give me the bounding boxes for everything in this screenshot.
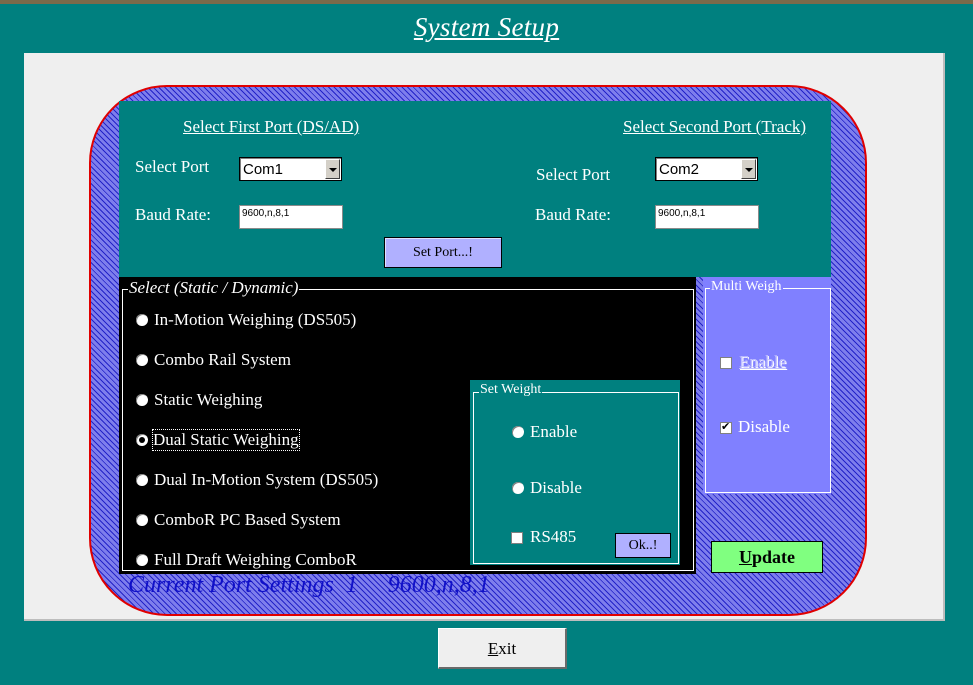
current-port-settings: Current Port Settings 1 9600,n,8,1 xyxy=(128,572,490,598)
update-accel: U xyxy=(738,547,752,567)
checkbox[interactable] xyxy=(720,357,732,369)
chevron-down-icon[interactable] xyxy=(325,159,340,179)
first-port-value: Com1 xyxy=(243,161,284,178)
update-button[interactable]: Update xyxy=(711,541,823,573)
set-weight-legend: Set Weight xyxy=(479,382,543,398)
ok-button[interactable]: Ok..! xyxy=(615,533,671,558)
first-port-title: Select First Port (DS/AD) xyxy=(183,117,360,136)
checkbox-label: RS485 xyxy=(530,527,577,546)
multi-weigh-frame xyxy=(705,288,831,493)
exit-label-rest: xit xyxy=(498,639,517,658)
set-port-button[interactable]: Set Port...! xyxy=(384,237,502,268)
radio-button[interactable] xyxy=(512,426,524,438)
second-port-combobox[interactable]: Com2 xyxy=(655,157,758,181)
second-baud-label: Baud Rate: xyxy=(535,205,612,224)
chevron-down-icon[interactable] xyxy=(741,159,756,179)
radio-label: Disable xyxy=(530,478,582,497)
page-title: System Setup xyxy=(413,12,560,42)
checkbox-label-disabled: Enable xyxy=(739,352,787,371)
radio-button[interactable] xyxy=(136,514,148,526)
radio-label: Dual Static Weighing xyxy=(152,429,300,451)
exit-accel: E xyxy=(487,639,499,658)
exit-button[interactable]: Exit xyxy=(438,628,567,669)
radio-button[interactable] xyxy=(136,394,148,406)
first-baud-input[interactable]: 9600,n,8,1 xyxy=(239,205,343,229)
radio-label: Dual In-Motion System (DS505) xyxy=(154,470,379,489)
checkbox-label: Disable xyxy=(738,417,790,436)
radio-button[interactable] xyxy=(136,354,148,366)
radio-label: Full Draft Weighing ComboR xyxy=(154,550,357,569)
radio-label: Enable xyxy=(530,422,578,441)
radio-button[interactable] xyxy=(136,474,148,486)
radio-button[interactable] xyxy=(512,482,524,494)
radio-label: ComboR PC Based System xyxy=(154,510,341,529)
first-port-combobox[interactable]: Com1 xyxy=(239,157,342,181)
radio-label: In-Motion Weighing (DS505) xyxy=(154,310,357,329)
mode-select-legend: Select (Static / Dynamic) xyxy=(128,278,300,298)
radio-label: Combo Rail System xyxy=(154,350,291,369)
first-baud-label: Baud Rate: xyxy=(135,205,212,224)
second-port-value: Com2 xyxy=(659,161,700,178)
radio-button-selected[interactable] xyxy=(136,434,148,446)
radio-button[interactable] xyxy=(136,554,148,566)
radio-label: Static Weighing xyxy=(154,390,263,409)
second-select-port-label: Select Port xyxy=(536,165,611,184)
second-port-title: Select Second Port (Track) xyxy=(623,117,807,136)
radio-button[interactable] xyxy=(136,314,148,326)
multi-weigh-legend: Multi Weigh xyxy=(710,279,783,295)
checkbox[interactable] xyxy=(511,532,523,544)
update-label-rest: pdate xyxy=(751,547,795,567)
first-select-port-label: Select Port xyxy=(135,157,210,176)
checkbox-checked[interactable] xyxy=(720,420,732,434)
top-strip xyxy=(0,0,973,4)
second-baud-input[interactable]: 9600,n,8,1 xyxy=(655,205,759,229)
